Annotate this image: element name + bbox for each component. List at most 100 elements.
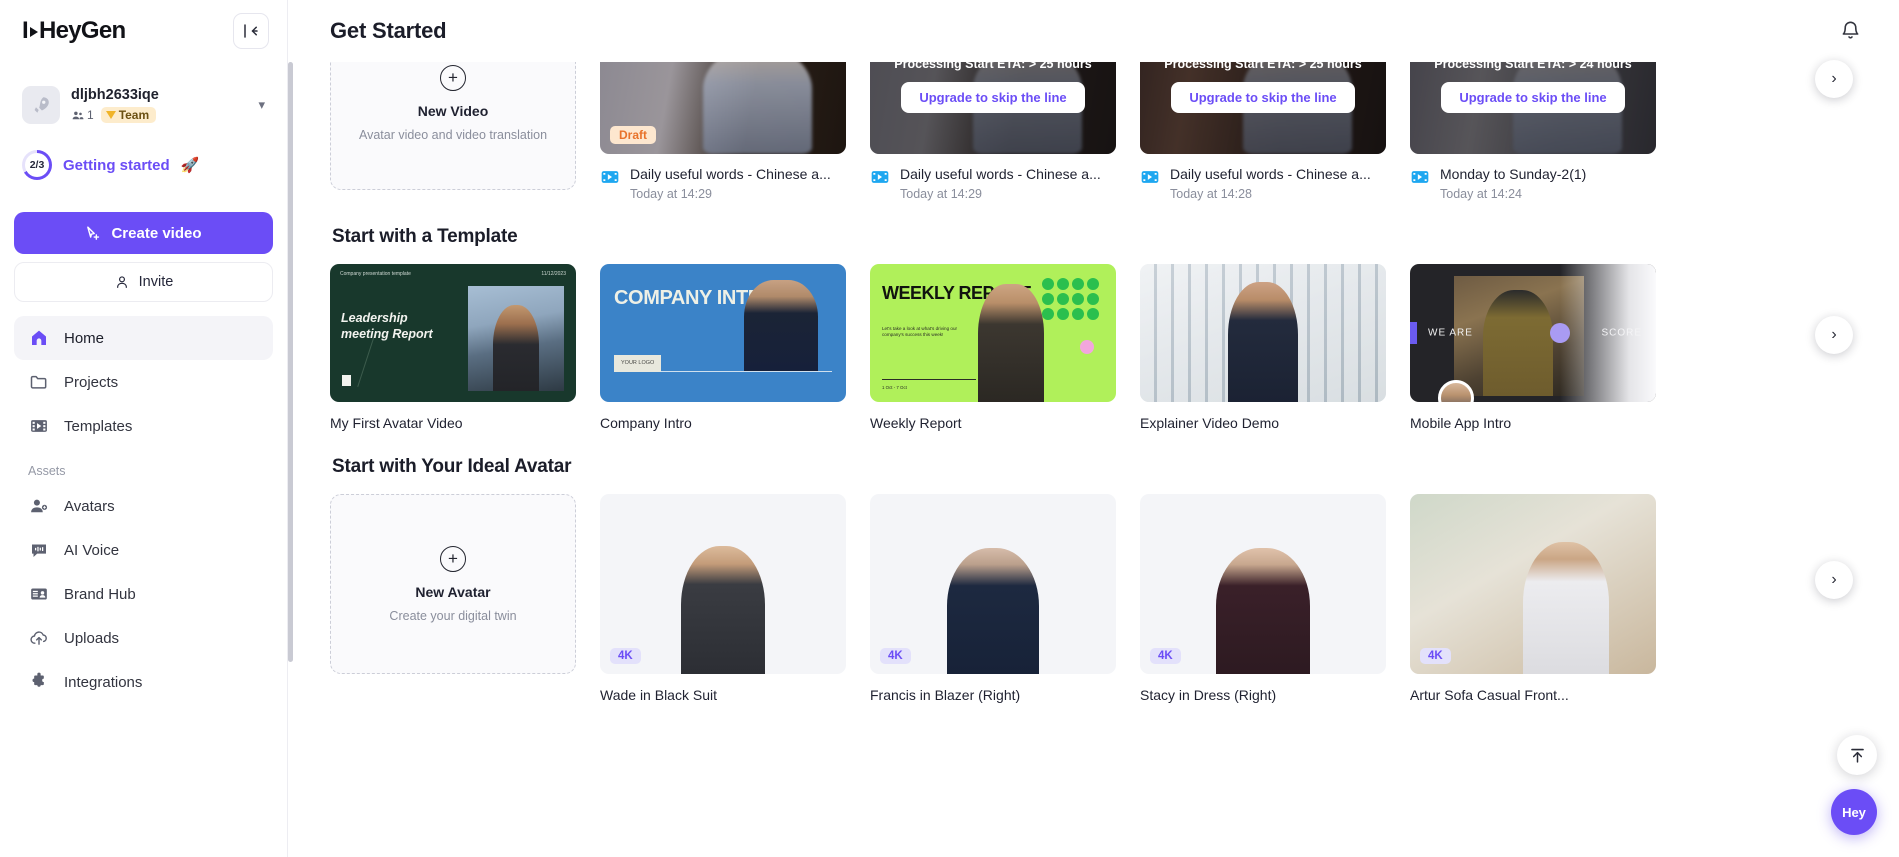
avatar-thumbnail[interactable]: 4K (1140, 494, 1386, 674)
sidebar-item-templates[interactable]: Templates (14, 404, 273, 448)
account-name: dljbh2633iqe (71, 87, 159, 103)
voice-wave-icon (28, 540, 49, 561)
video-thumbnail[interactable]: Draft (600, 62, 846, 154)
sidebar-item-avatars[interactable]: Avatars (14, 484, 273, 528)
create-video-button[interactable]: Create video (14, 212, 273, 254)
new-video-card[interactable]: + New Video Avatar video and video trans… (330, 62, 576, 201)
video-file-icon (1140, 167, 1160, 187)
template-thumbnail[interactable]: Company presentation template 11/12/2023… (330, 264, 576, 402)
video-card[interactable]: Processing Start ETA: > 25 hours Upgrade… (1140, 62, 1386, 201)
assets-section-label: Assets (28, 464, 66, 478)
notification-bell-icon (1842, 21, 1858, 39)
avatar (22, 86, 60, 124)
template-card[interactable]: WEEKLY REPORT Let's take a look at what'… (870, 264, 1116, 431)
create-video-label: Create video (111, 224, 202, 242)
person-add-glyph (30, 499, 47, 513)
processing-overlay: Processing Start ETA: > 24 hours Upgrade… (1410, 62, 1656, 154)
plan-badge-label: Team (118, 108, 150, 122)
sidebar: I HeyGen dljbh2633iqe 1 Team ▾ 2/3 Getti… (0, 0, 288, 857)
sidebar-item-label: AI Voice (64, 541, 120, 559)
primary-navigation: Home Projects Templates Assets Avatars A… (0, 316, 287, 704)
video-card[interactable]: Processing Start ETA: > 25 hours Upgrade… (870, 62, 1116, 201)
decor-rule (882, 379, 976, 380)
templates-next-button[interactable]: › (1815, 316, 1853, 354)
member-count-value: 1 (87, 108, 94, 122)
video-timestamp: Today at 14:29 (630, 187, 713, 201)
video-file-icon (600, 167, 620, 187)
template-label: Explainer Video Demo (1140, 415, 1280, 431)
getting-started-label: Getting started (63, 156, 170, 174)
sidebar-item-home[interactable]: Home (14, 316, 273, 360)
avatar-thumbnail[interactable]: 4K (870, 494, 1116, 674)
video-card[interactable]: Draft Daily useful words - Chinese a... … (600, 62, 846, 201)
people-icon (72, 111, 84, 119)
template-thumbnail[interactable] (1140, 264, 1386, 402)
video-text: Daily useful words - Chinese a... Today … (1170, 165, 1386, 201)
template-card[interactable]: WE ARE SCORE Mobile App Intro (1410, 264, 1656, 431)
assistant-button[interactable]: Hey (1831, 789, 1877, 835)
sidebar-item-integrations[interactable]: Integrations (14, 660, 273, 704)
template-card[interactable]: Company presentation template 11/12/2023… (330, 264, 576, 431)
decor-square (342, 375, 351, 386)
video-thumbnail[interactable]: Processing Start ETA: > 25 hours Upgrade… (1140, 62, 1386, 154)
avatar-figure (1410, 494, 1656, 674)
sidebar-item-brand-hub[interactable]: Brand Hub (14, 572, 273, 616)
invite-button[interactable]: Invite (14, 262, 273, 302)
avatar-card[interactable]: 4K Artur Sofa Casual Front... (1410, 494, 1656, 703)
main-content: Get Started + New Video Avatar video and… (288, 0, 1899, 857)
template-thumbnail[interactable]: WEEKLY REPORT Let's take a look at what'… (870, 264, 1116, 402)
avatar-preview (703, 62, 812, 154)
collapse-sidebar-button[interactable] (233, 13, 269, 49)
play-triangle-icon (29, 27, 38, 37)
template-thumbnail[interactable]: COMPANY INTRO YOUR LOGO (600, 264, 846, 402)
avatar-thumbnail[interactable]: 4K (1410, 494, 1656, 674)
vertical-scrollbar[interactable] (288, 62, 293, 662)
template-card[interactable]: Explainer Video Demo (1140, 264, 1386, 431)
sidebar-item-ai-voice[interactable]: AI Voice (14, 528, 273, 572)
getting-started-entry[interactable]: 2/3 Getting started 🚀 (14, 146, 273, 184)
upgrade-button[interactable]: Upgrade to skip the line (1441, 82, 1625, 113)
scroll-to-top-button[interactable] (1837, 735, 1877, 775)
video-timestamp: Today at 14:28 (1170, 187, 1253, 201)
avatar-card[interactable]: 4K Stacy in Dress (Right) (1140, 494, 1386, 703)
avatar-thumbnail[interactable]: 4K (600, 494, 846, 674)
template-slide-header: Company presentation template (340, 271, 411, 277)
upgrade-button[interactable]: Upgrade to skip the line (1171, 82, 1355, 113)
avatars-row: + New Avatar Create your digital twin 4K… (330, 494, 1899, 703)
sidebar-item-label: Brand Hub (64, 585, 136, 603)
avatar-card[interactable]: 4K Wade in Black Suit (600, 494, 846, 703)
template-slide-title: Leadership meeting Report (341, 311, 433, 341)
progress-ring: 2/3 (22, 150, 52, 180)
video-thumbnail[interactable]: Processing Start ETA: > 25 hours Upgrade… (870, 62, 1116, 154)
avatars-next-button[interactable]: › (1815, 561, 1853, 599)
heygen-logo[interactable]: I HeyGen (22, 17, 126, 45)
page-header: Get Started (288, 0, 1899, 62)
account-switcher[interactable]: dljbh2633iqe 1 Team ▾ (14, 80, 273, 130)
video-title: Daily useful words - Chinese a... (1170, 166, 1371, 182)
sidebar-item-uploads[interactable]: Uploads (14, 616, 273, 660)
folder-glyph (30, 375, 46, 389)
sidebar-item-label: Home (64, 329, 105, 347)
new-avatar-tile[interactable]: + New Avatar Create your digital twin (330, 494, 576, 674)
video-title: Daily useful words - Chinese a... (630, 166, 831, 182)
video-thumbnail[interactable]: Processing Start ETA: > 24 hours Upgrade… (1410, 62, 1656, 154)
recent-videos-next-button[interactable]: › (1815, 60, 1853, 98)
avatar-card[interactable]: 4K Francis in Blazer (Right) (870, 494, 1116, 703)
page-title: Get Started (330, 17, 447, 43)
chevron-down-icon[interactable]: ▾ (258, 97, 265, 113)
content-wrapper: + New Video Avatar video and video trans… (288, 62, 1899, 703)
template-card[interactable]: COMPANY INTRO YOUR LOGO Company Intro (600, 264, 846, 431)
avatar-name: Francis in Blazer (Right) (870, 687, 1021, 703)
cloud-upload-glyph (29, 631, 47, 645)
new-video-tile[interactable]: + New Video Avatar video and video trans… (330, 62, 576, 190)
film-icon (28, 416, 49, 437)
new-avatar-card[interactable]: + New Avatar Create your digital twin (330, 494, 576, 703)
upgrade-button[interactable]: Upgrade to skip the line (901, 82, 1085, 113)
video-card[interactable]: Processing Start ETA: > 24 hours Upgrade… (1410, 62, 1656, 201)
template-label: Company Intro (600, 415, 692, 431)
sidebar-item-projects[interactable]: Projects (14, 360, 273, 404)
logo-text: HeyGen (38, 17, 126, 44)
template-thumbnail[interactable]: WE ARE SCORE (1410, 264, 1656, 402)
notifications-button[interactable] (1831, 12, 1869, 50)
avatar-figure (1216, 548, 1310, 674)
